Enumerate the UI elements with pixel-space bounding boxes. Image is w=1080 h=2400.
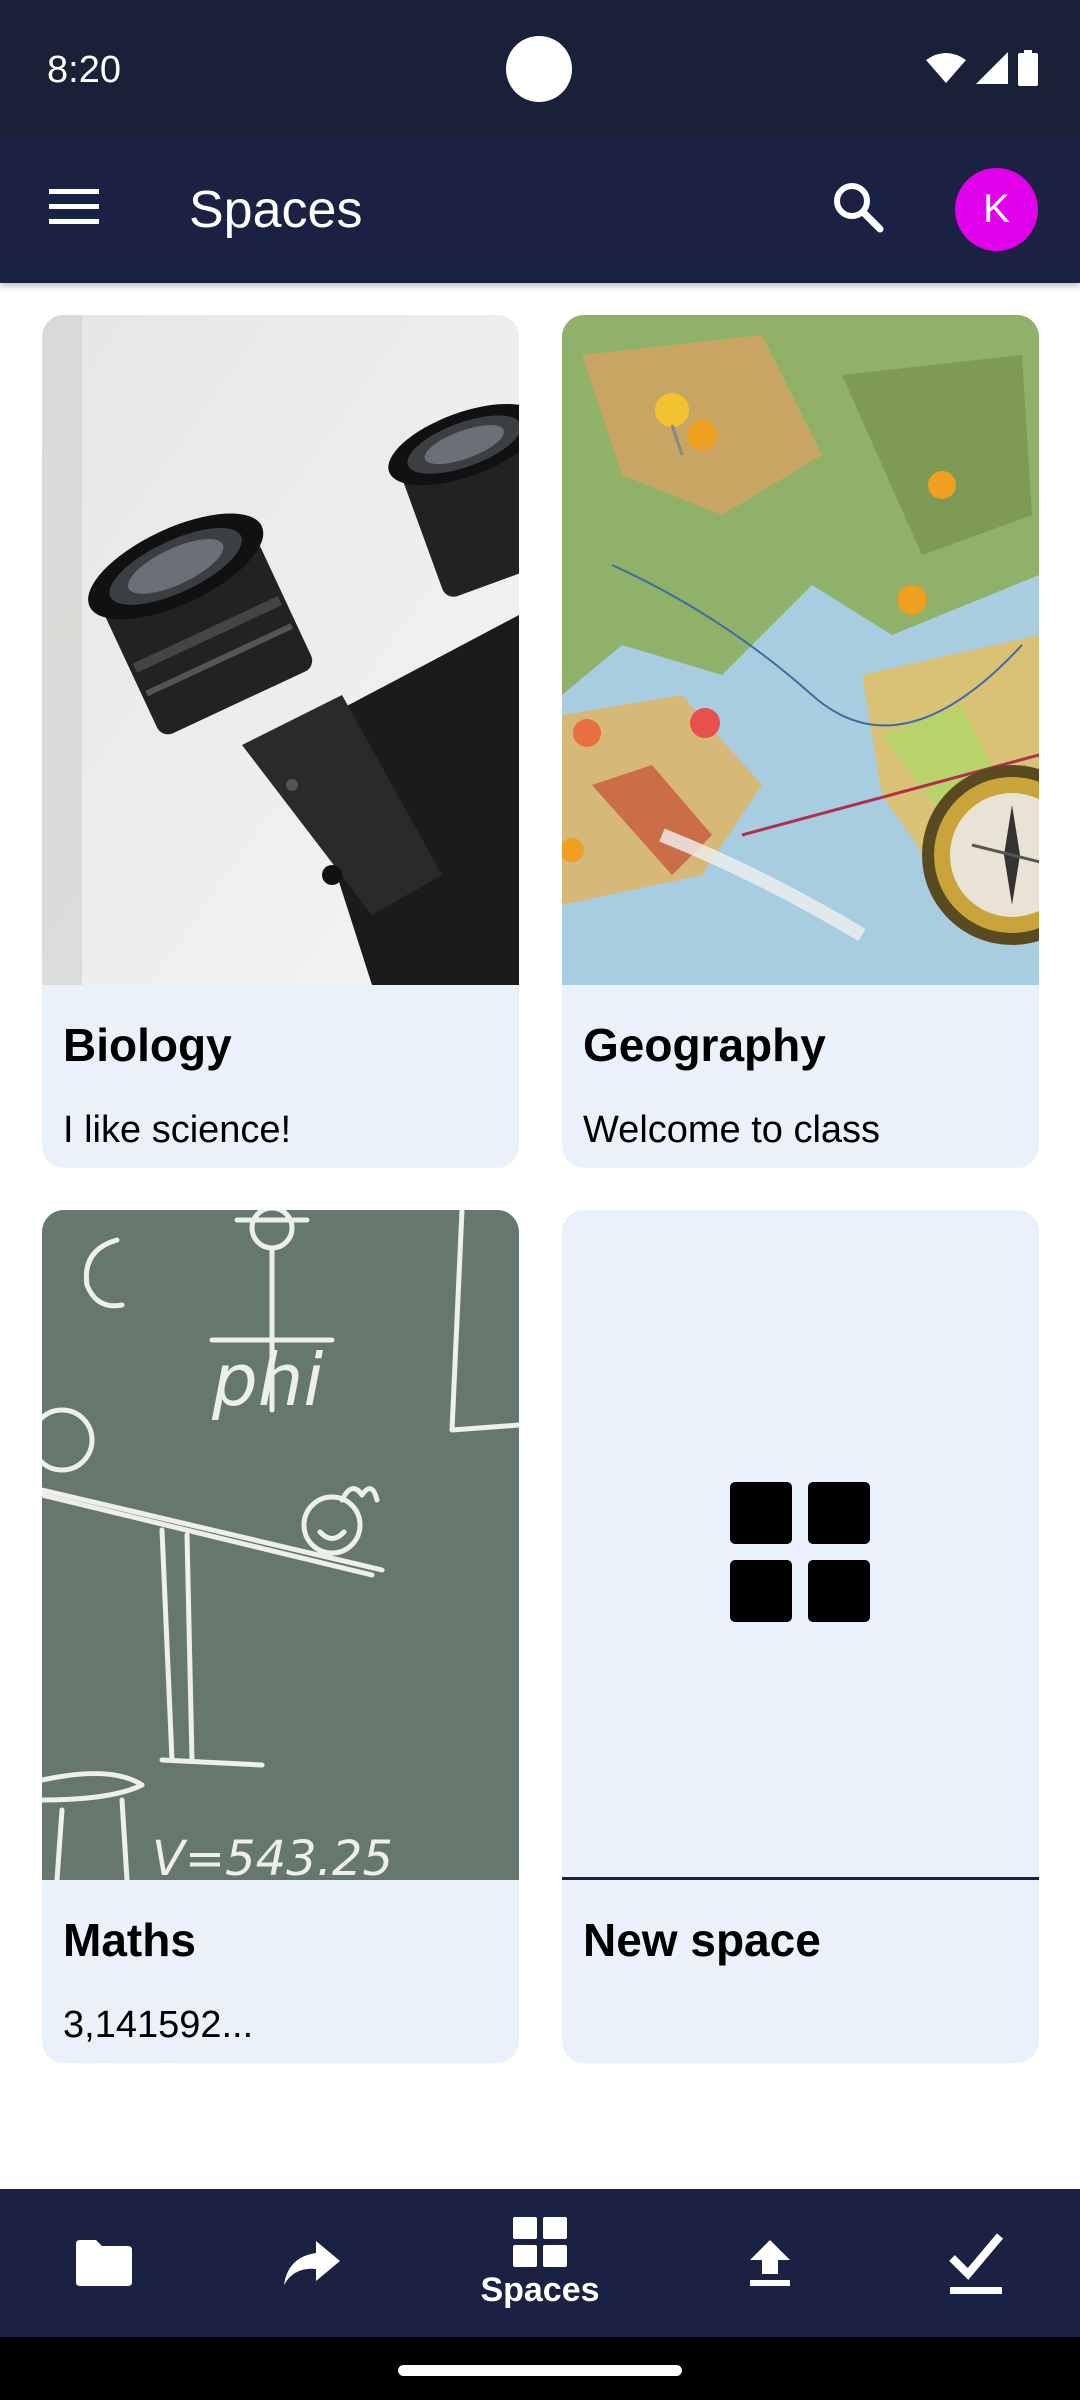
status-time: 8:20 xyxy=(47,49,121,91)
map-illustration xyxy=(562,315,1039,985)
nav-label-spaces: Spaces xyxy=(480,2270,600,2309)
bottom-navigation: Spaces xyxy=(0,2189,1080,2337)
space-subtitle: I like science! xyxy=(63,1109,292,1151)
signal-icon xyxy=(976,52,1008,84)
share-icon xyxy=(284,2241,340,2285)
chalk-phi: phi xyxy=(211,1338,323,1422)
space-title: New space xyxy=(583,1914,821,1966)
camera-cutout xyxy=(506,36,572,102)
space-card-geography[interactable]: Geography Welcome to class xyxy=(562,315,1039,1168)
page-title: Spaces xyxy=(189,181,363,239)
check-icon xyxy=(949,2233,1004,2294)
wifi-icon xyxy=(926,53,966,83)
space-title: Maths xyxy=(63,1914,196,1966)
chalk-equation: V=543.25 xyxy=(152,1831,393,1880)
search-button[interactable] xyxy=(820,169,896,245)
chalkboard-illustration: phi V=543.25 xyxy=(42,1210,519,1880)
space-card-maths[interactable]: phi V=543.25 Maths 3,141592... xyxy=(42,1210,519,2063)
battery-icon xyxy=(1018,50,1038,86)
folder-icon xyxy=(76,2240,132,2286)
nav-item-spaces[interactable]: Spaces xyxy=(460,2189,620,2337)
space-image-microscope xyxy=(42,315,519,985)
space-title: Biology xyxy=(63,1019,232,1071)
space-subtitle: Welcome to class xyxy=(583,1109,881,1151)
new-space-image xyxy=(562,1210,1039,1880)
grid-icon xyxy=(730,1482,870,1622)
app-bar: Spaces K xyxy=(0,135,1080,283)
nav-item-folder[interactable] xyxy=(52,2189,156,2337)
home-gesture-handle[interactable] xyxy=(398,2365,682,2376)
grid-icon xyxy=(513,2216,567,2267)
microscope-illustration xyxy=(42,315,519,985)
avatar[interactable]: K xyxy=(955,168,1038,251)
new-space-card[interactable]: New space xyxy=(562,1210,1039,2063)
upload-icon xyxy=(750,2240,790,2286)
gesture-bar xyxy=(0,2337,1080,2400)
space-image-chalkboard: phi V=543.25 xyxy=(42,1210,519,1880)
status-bar: 8:20 xyxy=(0,0,1080,135)
space-image-map xyxy=(562,315,1039,985)
space-subtitle: 3,141592... xyxy=(63,2004,254,2046)
space-card-biology[interactable]: Biology I like science! xyxy=(42,315,519,1168)
space-title: Geography xyxy=(583,1019,826,1071)
nav-item-check[interactable] xyxy=(924,2189,1028,2337)
nav-item-upload[interactable] xyxy=(718,2189,822,2337)
search-icon xyxy=(834,183,884,233)
menu-button[interactable] xyxy=(38,171,110,243)
nav-item-share[interactable] xyxy=(260,2189,364,2337)
status-icons xyxy=(926,48,1038,88)
hamburger-icon xyxy=(49,189,99,224)
